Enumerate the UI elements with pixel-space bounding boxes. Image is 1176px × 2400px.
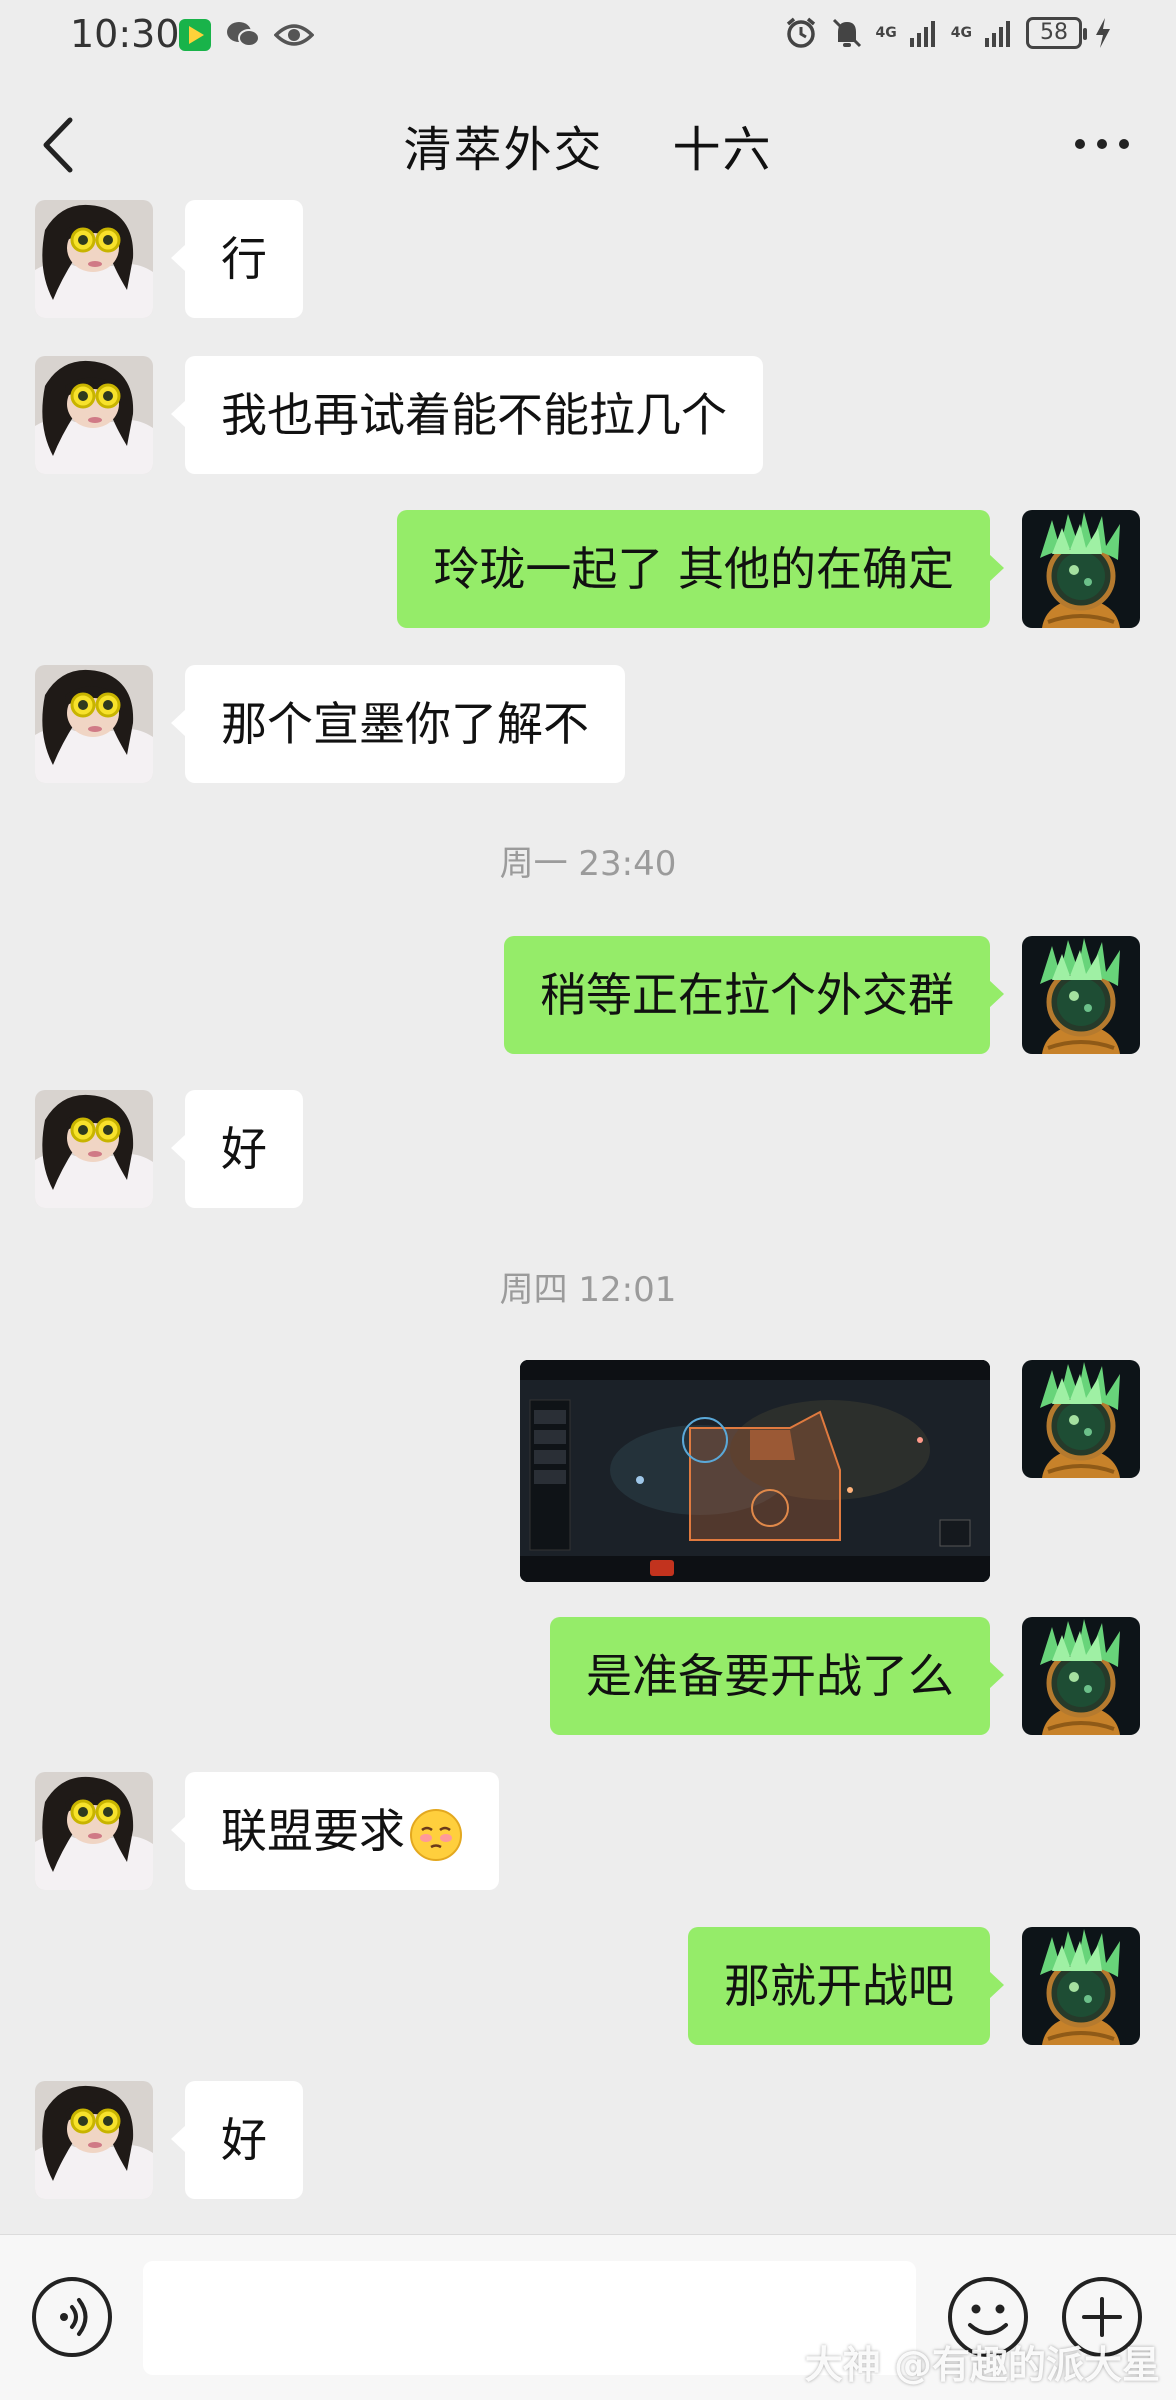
message-timestamp: 周一 23:40 <box>499 844 677 884</box>
chat-screen: 10:30 4G 4G 58 清萃外交 十六 行 我也再试着能不能拉几个 玲珑一… <box>0 0 1176 2400</box>
alarm-icon <box>786 17 815 48</box>
watermark: 大神 @有趣的派大星 <box>804 2343 1160 2387</box>
contact-avatar[interactable] <box>35 356 153 474</box>
message-bubble-incoming[interactable]: 联盟要求 <box>171 1772 499 1890</box>
more-options-icon[interactable] <box>1072 132 1132 156</box>
message-bubble-incoming[interactable]: 那个宣墨你了解不 <box>171 665 625 783</box>
my-avatar[interactable] <box>1022 1927 1140 2045</box>
charging-icon <box>1096 18 1110 48</box>
image-message[interactable] <box>520 1360 990 1582</box>
contact-avatar[interactable] <box>35 200 153 318</box>
battery-indicator: 58 <box>1026 17 1087 49</box>
message-bubble-outgoing[interactable]: 稍等正在拉个外交群 <box>504 936 1004 1054</box>
network-type-2: 4G <box>950 25 972 41</box>
message-bubble-incoming[interactable]: 好 <box>171 1090 303 1208</box>
message-bubble-incoming[interactable]: 我也再试着能不能拉几个 <box>171 356 763 474</box>
video-app-icon <box>179 19 211 51</box>
message-bubble-incoming[interactable]: 好 <box>171 2081 303 2199</box>
voice-icon[interactable] <box>32 2277 112 2357</box>
contact-avatar[interactable] <box>35 1772 153 1890</box>
contact-avatar[interactable] <box>35 665 153 783</box>
message-bubble-incoming[interactable]: 行 <box>171 200 303 318</box>
message-bubble-outgoing[interactable]: 那就开战吧 <box>688 1927 1004 2045</box>
network-type-1: 4G <box>875 25 897 41</box>
wechat-icon <box>227 22 260 47</box>
voice-waves-icon <box>60 2298 88 2336</box>
pleading-face-emoji <box>410 1808 462 1861</box>
message-bubble-outgoing[interactable]: 是准备要开战了么 <box>550 1617 1004 1735</box>
status-time: 10:30 <box>70 12 180 56</box>
notification-icons <box>178 18 314 52</box>
contact-avatar[interactable] <box>35 1090 153 1208</box>
mute-bell-icon <box>832 18 861 48</box>
eye-icon <box>274 24 314 46</box>
contact-avatar[interactable] <box>35 2081 153 2199</box>
chat-title: 清萃外交 十六 <box>403 122 773 178</box>
message-bubble-outgoing[interactable]: 玲珑一起了 其他的在确定 <box>397 510 1004 628</box>
battery-level: 58 <box>1040 20 1068 45</box>
chat-header: 清萃外交 十六 <box>0 72 1176 212</box>
my-avatar[interactable] <box>1022 1617 1140 1735</box>
game-screenshot-thumbnail <box>520 1360 990 1582</box>
my-avatar[interactable] <box>1022 936 1140 1054</box>
message-text: 联盟要求 <box>221 1804 405 1858</box>
status-bar: 10:30 4G 4G 58 <box>0 0 1176 72</box>
message-timestamp: 周四 12:01 <box>499 1270 677 1310</box>
message-input[interactable] <box>143 2261 916 2375</box>
system-icons: 4G 4G 58 <box>784 16 1112 50</box>
signal-icon-1 <box>909 21 935 47</box>
my-avatar[interactable] <box>1022 1360 1140 1478</box>
my-avatar[interactable] <box>1022 510 1140 628</box>
signal-icon-2 <box>985 21 1010 47</box>
